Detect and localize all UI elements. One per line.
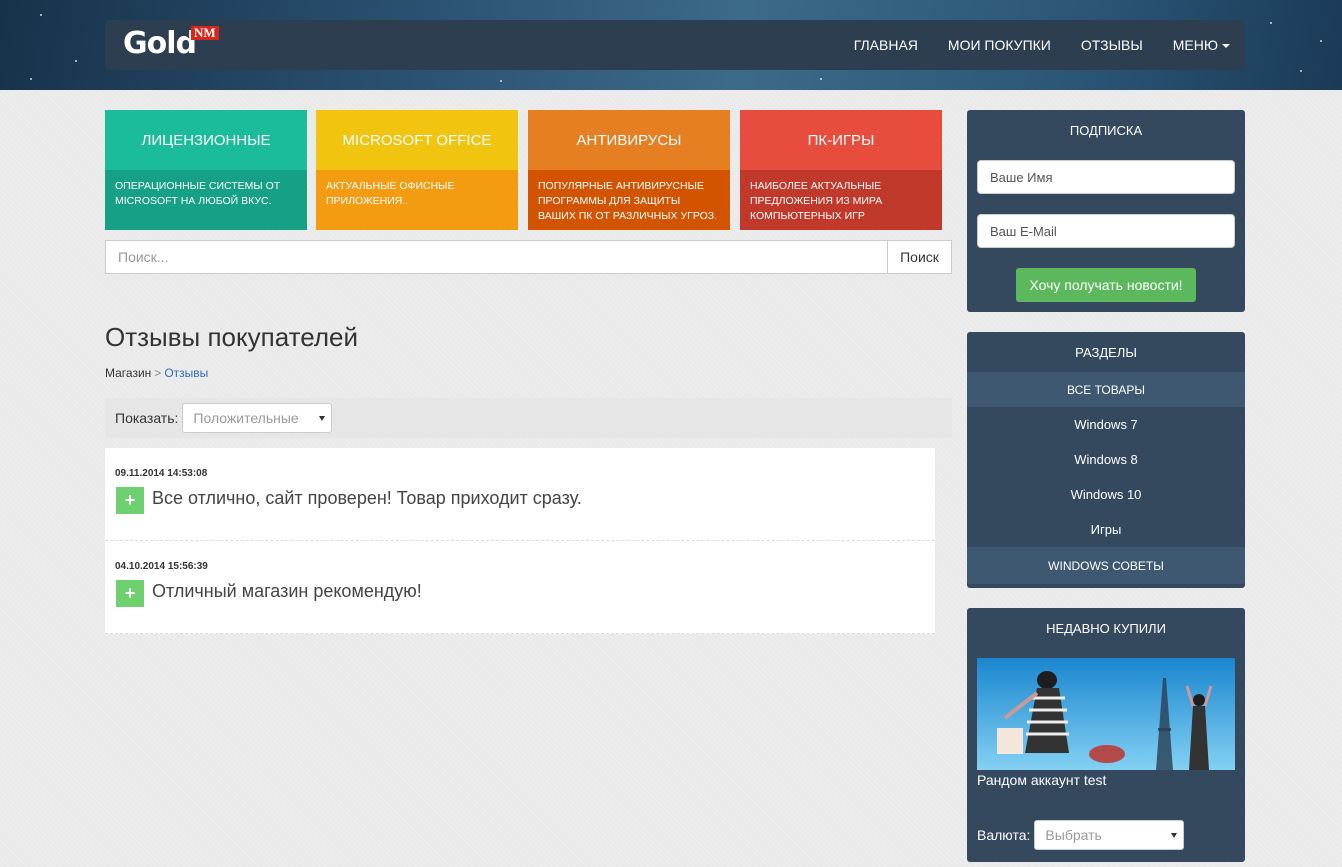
review-text: Отличный магазин рекомендую! [152, 581, 422, 601]
product-illustration [977, 658, 1235, 770]
tile-title: Антивирусы [528, 110, 730, 170]
breadcrumb-current[interactable]: Отзывы [164, 366, 208, 380]
nav-menu-label: Меню [1172, 37, 1218, 53]
currency-label: Валюта: [977, 827, 1031, 843]
review-date: 09.11.2014 14:53:08 [115, 468, 208, 479]
tile-title: Microsoft Office [316, 110, 518, 170]
reviews-list: 09.11.2014 14:53:08 + Все отлично, сайт … [105, 448, 935, 634]
caret-down-icon [1222, 44, 1230, 49]
section-windows-tips[interactable]: Windows советы [967, 547, 1245, 584]
search-button[interactable]: Поиск [887, 240, 952, 274]
tile-licensed[interactable]: Лицензионные Операционные системы от Mic… [105, 110, 307, 230]
nav-reviews[interactable]: Отзывы [1081, 37, 1143, 53]
email-field[interactable]: Ваш E-Mail [977, 214, 1235, 248]
section-windows-10[interactable]: Windows 10 [967, 477, 1245, 512]
filter-selected-value: Положительные [193, 410, 299, 426]
sections-panel: Разделы Все товары Windows 7 Windows 8 W… [967, 332, 1245, 588]
tile-pc-games[interactable]: ПК-игры Наиболее актуальные предложения … [740, 110, 942, 230]
product-caption[interactable]: Рандом аккаунт test [977, 772, 1106, 788]
currency-selector: Валюта: Выбрать [977, 820, 1185, 850]
subscribe-button[interactable]: Хочу получать новости! [1016, 268, 1196, 302]
dropdown-arrow-icon [319, 415, 326, 421]
subscribe-panel: Подписка Ваше Имя Ваш E-Mail Хочу получа… [967, 110, 1245, 312]
breadcrumb-home[interactable]: Магазин [105, 366, 151, 380]
positive-plus-icon: + [116, 580, 144, 607]
tile-microsoft-office[interactable]: Microsoft Office Актуальные офисные прил… [316, 110, 518, 230]
section-windows-8[interactable]: Windows 8 [967, 442, 1245, 477]
breadcrumb: Магазин > Отзывы [105, 366, 208, 380]
review-text: Все отлично, сайт проверен! Товар приход… [152, 488, 582, 508]
tile-title: ПК-игры [740, 110, 942, 170]
filter-select[interactable]: Положительные [182, 403, 333, 433]
page-title: Отзывы покупателей [105, 322, 359, 352]
breadcrumb-separator: > [154, 366, 162, 380]
dropdown-arrow-icon [1171, 832, 1178, 838]
search-input[interactable]: Поиск... [105, 240, 887, 274]
filter-bar: Показать: Положительные [105, 398, 952, 438]
nav-menu-dropdown[interactable]: Меню [1173, 37, 1230, 53]
section-all-products[interactable]: Все товары [967, 372, 1245, 407]
currency-select[interactable]: Выбрать [1034, 820, 1185, 850]
tile-antivirus[interactable]: Антивирусы Популярные антивирусные прогр… [528, 110, 730, 230]
review-date: 04.10.2014 15:56:39 [115, 561, 208, 572]
filter-label: Показать: [115, 410, 179, 426]
recent-panel: Недавно купили [967, 608, 1245, 862]
section-windows-7[interactable]: Windows 7 [967, 407, 1245, 442]
nav-home[interactable]: Главная [854, 37, 918, 53]
section-games[interactable]: Игры [967, 512, 1245, 547]
tile-description: Популярные антивирусные программы для за… [528, 170, 730, 230]
tile-description: Наиболее актуальные предложения из мира … [740, 170, 942, 230]
name-field[interactable]: Ваше Имя [977, 160, 1235, 194]
subscribe-title: Подписка [1069, 122, 1143, 138]
product-image[interactable] [977, 658, 1235, 770]
review-item: 04.10.2014 15:56:39 + Отличный магазин р… [105, 541, 935, 634]
currency-selected-value: Выбрать [1045, 827, 1102, 843]
sections-title: Разделы [1075, 344, 1137, 360]
positive-plus-icon: + [116, 487, 144, 514]
nav-links: Главная Мои покупки Отзывы Меню [824, 20, 1230, 70]
logo[interactable]: Gold [123, 26, 197, 61]
navbar: Gold NM Главная Мои покупки Отзывы Меню [105, 20, 1245, 70]
tile-description: Актуальные офисные приложения.. [316, 170, 518, 230]
tile-title: Лицензионные [105, 110, 307, 170]
tile-description: Операционные системы от Microsoft на люб… [105, 170, 307, 230]
logo-badge: NM [191, 26, 219, 40]
search-bar: Поиск... Поиск [105, 240, 952, 274]
nav-my-purchases[interactable]: Мои покупки [948, 37, 1051, 53]
review-item: 09.11.2014 14:53:08 + Все отлично, сайт … [105, 448, 935, 541]
recent-title: Недавно купили [1046, 620, 1166, 636]
